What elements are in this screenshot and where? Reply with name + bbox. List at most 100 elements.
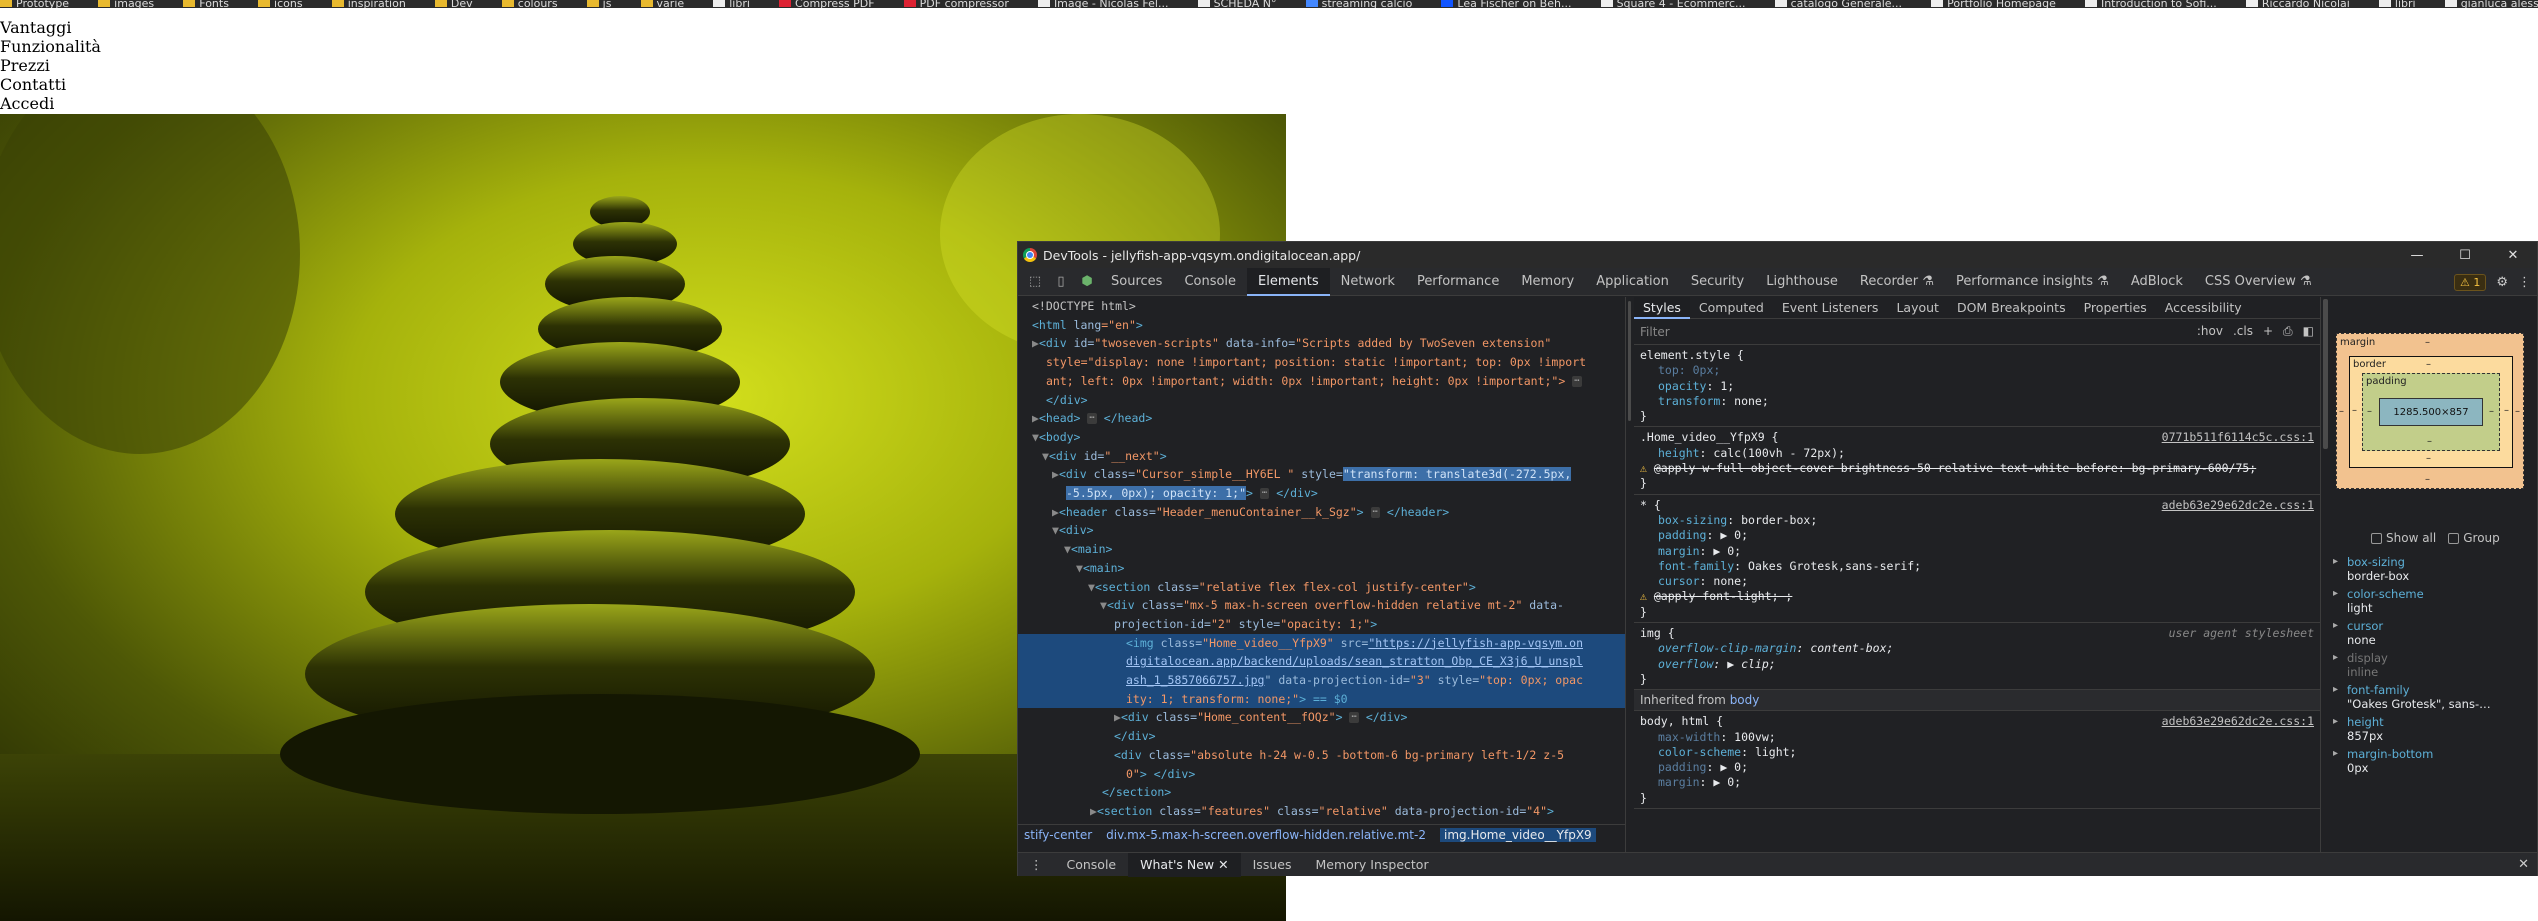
ellipsis-icon[interactable]: ⋯ (1087, 413, 1097, 425)
styles-scrollbar[interactable] (2320, 297, 2330, 852)
css-declaration[interactable]: opacity: 1; (1640, 379, 2314, 394)
dom-line-selected[interactable]: ash_1_5857066757.jpg" data-projection-id… (1018, 671, 1625, 690)
dom-line[interactable]: ▼<div> (1018, 521, 1625, 540)
css-declaration[interactable]: cursor: none; (1640, 574, 2314, 589)
bookmark-item[interactable]: images (98, 0, 154, 8)
tab-memory[interactable]: Memory (1510, 268, 1585, 296)
bookmark-item[interactable]: Prototype (0, 0, 69, 8)
css-declaration[interactable]: max-width: 100vw; (1640, 730, 2314, 745)
dom-line[interactable]: <html lang="en"> (1018, 316, 1625, 335)
bookmark-item[interactable]: libri (713, 0, 750, 8)
css-declaration[interactable]: transform: none; (1640, 394, 2314, 409)
inspect-icon[interactable]: ⬚ (1022, 268, 1048, 296)
collapse-triangle-icon[interactable]: ▼ (1042, 449, 1049, 463)
drawer-menu-icon[interactable]: ⋮ (1018, 853, 1055, 877)
collapse-triangle-icon[interactable]: ▼ (1100, 598, 1107, 612)
computed-property[interactable]: cursornone (2333, 619, 2531, 647)
drawer-tab-whats-new[interactable]: What's New ✕ (1128, 852, 1241, 877)
subtab-properties[interactable]: Properties (2075, 297, 2156, 319)
add-rule-icon[interactable]: + (2263, 324, 2273, 339)
elements-scrollbar[interactable] (1625, 297, 1633, 852)
toggle-print-icon[interactable]: ⎙ (2283, 324, 2293, 339)
bookmark-item[interactable]: Introduction to Sofi... (2084, 0, 2217, 8)
bookmark-item[interactable]: colours (501, 0, 558, 8)
expand-triangle-icon[interactable]: ▶ (1114, 710, 1121, 724)
breadcrumb-item[interactable]: stify-center (1024, 828, 1092, 842)
drawer-tab-memory-inspector[interactable]: Memory Inspector (1303, 853, 1440, 877)
extension-icon[interactable]: ⬢ (1074, 268, 1100, 296)
bookmark-item[interactable]: Riccardo Nicolai (2245, 0, 2350, 8)
bookmark-item[interactable]: catalogo Generale... (1774, 0, 1902, 8)
more-options-icon[interactable]: ⋮ (2518, 275, 2531, 290)
tab-sources[interactable]: Sources (1100, 268, 1173, 296)
device-toolbar-icon[interactable]: ▯ (1048, 268, 1074, 296)
dom-line[interactable]: ▶<section class="features" class="relati… (1018, 802, 1625, 821)
dom-src-link[interactable]: digitalocean.app/backend/uploads/sean_st… (1126, 654, 1583, 668)
ellipsis-icon[interactable]: ⋯ (1572, 375, 1582, 387)
breadcrumb-item-current[interactable]: img.Home_video__YfpX9 (1439, 827, 1596, 842)
close-drawer-icon[interactable]: ✕ (2518, 853, 2529, 877)
bookmark-item[interactable]: Fonts (183, 0, 229, 8)
nav-link-prezzi[interactable]: Prezzi (0, 56, 101, 75)
dom-line[interactable]: ▼<body> (1018, 428, 1625, 447)
tab-css-overview[interactable]: CSS Overview ⚗ (2194, 268, 2323, 296)
drawer-tab-console[interactable]: Console (1055, 853, 1129, 877)
bookmark-item[interactable]: libri (2378, 0, 2416, 8)
collapse-triangle-icon[interactable]: ▼ (1076, 561, 1083, 575)
dom-line[interactable]: ▶<head> ⋯ </head> (1018, 409, 1625, 428)
dom-line[interactable]: </div> (1018, 727, 1625, 746)
bookmark-item[interactable]: icons (258, 0, 303, 8)
tab-application[interactable]: Application (1585, 268, 1680, 296)
dom-src-link[interactable]: "https://jellyfish-app-vqsym.on (1368, 636, 1583, 650)
close-icon[interactable]: ✕ (2489, 242, 2537, 268)
rule-source-link[interactable]: adeb63e29e62dc2e.css:1 (2162, 498, 2314, 513)
close-icon[interactable]: ✕ (1218, 857, 1228, 872)
bookmark-item[interactable]: js (586, 0, 611, 8)
subtab-layout[interactable]: Layout (1887, 297, 1948, 319)
bookmark-item[interactable]: PDF compressor (903, 0, 1009, 8)
css-declaration[interactable]: padding: ▶ 0; (1640, 760, 2314, 775)
computed-property[interactable]: box-sizingborder-box (2333, 555, 2531, 583)
dom-line[interactable]: -5.5px, 0px); opacity: 1;"> ⋯ </div> (1018, 484, 1625, 503)
css-declaration[interactable]: margin: ▶ 0; (1640, 775, 2314, 790)
computed-property[interactable]: margin-bottom0px (2333, 747, 2531, 775)
settings-gear-icon[interactable]: ⚙ (2496, 275, 2508, 290)
computed-property[interactable]: font-family"Oakes Grotesk", sans-… (2333, 683, 2531, 711)
tab-adblock[interactable]: AdBlock (2120, 268, 2194, 296)
bookmark-item[interactable]: streaming calcio (1305, 0, 1412, 8)
hov-toggle[interactable]: :hov (2197, 324, 2223, 339)
subtab-styles[interactable]: Styles (1634, 297, 1690, 319)
tab-performance-insights[interactable]: Performance insights ⚗ (1945, 268, 2120, 296)
inherited-tag-link[interactable]: body (1730, 693, 1760, 707)
collapse-triangle-icon[interactable]: ▼ (1032, 430, 1039, 444)
dom-line[interactable]: </div> (1018, 391, 1625, 410)
bookmark-item[interactable]: SCHEDA N° (1197, 0, 1277, 8)
css-rule-element-style[interactable]: element.style { top: 0px; opacity: 1; tr… (1634, 345, 2320, 428)
ellipsis-icon[interactable]: ⋯ (1259, 488, 1270, 500)
dom-line[interactable]: ▶<div class="Cursor_simple__HY6EL " styl… (1018, 465, 1625, 484)
elements-dom-tree[interactable]: <!DOCTYPE html> <html lang="en"> ▶<div i… (1018, 297, 1625, 852)
group-checkbox[interactable]: Group (2448, 531, 2500, 545)
tab-recorder[interactable]: Recorder ⚗ (1849, 268, 1945, 296)
drawer-tab-issues[interactable]: Issues (1241, 853, 1304, 877)
css-declaration[interactable]: font-family: Oakes Grotesk,sans-serif; (1640, 559, 2314, 574)
collapse-triangle-icon[interactable]: ▼ (1052, 523, 1059, 537)
toggle-sidebar-icon[interactable]: ◧ (2303, 324, 2314, 339)
dom-line[interactable]: <!DOCTYPE html> (1018, 297, 1625, 316)
dom-line[interactable]: <div class="absolute h-24 w-0.5 -bottom-… (1018, 746, 1625, 765)
rule-source-link[interactable]: adeb63e29e62dc2e.css:1 (2162, 714, 2314, 729)
dom-line[interactable]: ant; left: 0px !important; width: 0px !i… (1018, 372, 1625, 391)
nav-link-contatti[interactable]: Contatti (0, 75, 101, 94)
bookmark-item[interactable]: Dev (434, 0, 473, 8)
subtab-dom-breakpoints[interactable]: DOM Breakpoints (1948, 297, 2075, 319)
dom-line[interactable]: ▶<div class="Home_content__fOQz"> ⋯ </di… (1018, 708, 1625, 727)
css-rule-home-video[interactable]: .Home_video__YfpX9 { 0771b511f6114c5c.cs… (1634, 427, 2320, 495)
css-rule-universal[interactable]: * { adeb63e29e62dc2e.css:1 box-sizing: b… (1634, 495, 2320, 624)
computed-property[interactable]: color-schemelight (2333, 587, 2531, 615)
bookmark-item[interactable]: Portfolio Homepage (1931, 0, 2056, 8)
dom-src-link[interactable]: ash_1_5857066757.jpg (1126, 673, 1264, 687)
breadcrumb-item[interactable]: div.mx-5.max-h-screen.overflow-hidden.re… (1106, 828, 1426, 842)
expand-triangle-icon[interactable]: ▶ (1032, 336, 1039, 350)
dom-line[interactable]: ▼<main> (1018, 540, 1625, 559)
ellipsis-icon[interactable]: ⋯ (1370, 506, 1380, 518)
